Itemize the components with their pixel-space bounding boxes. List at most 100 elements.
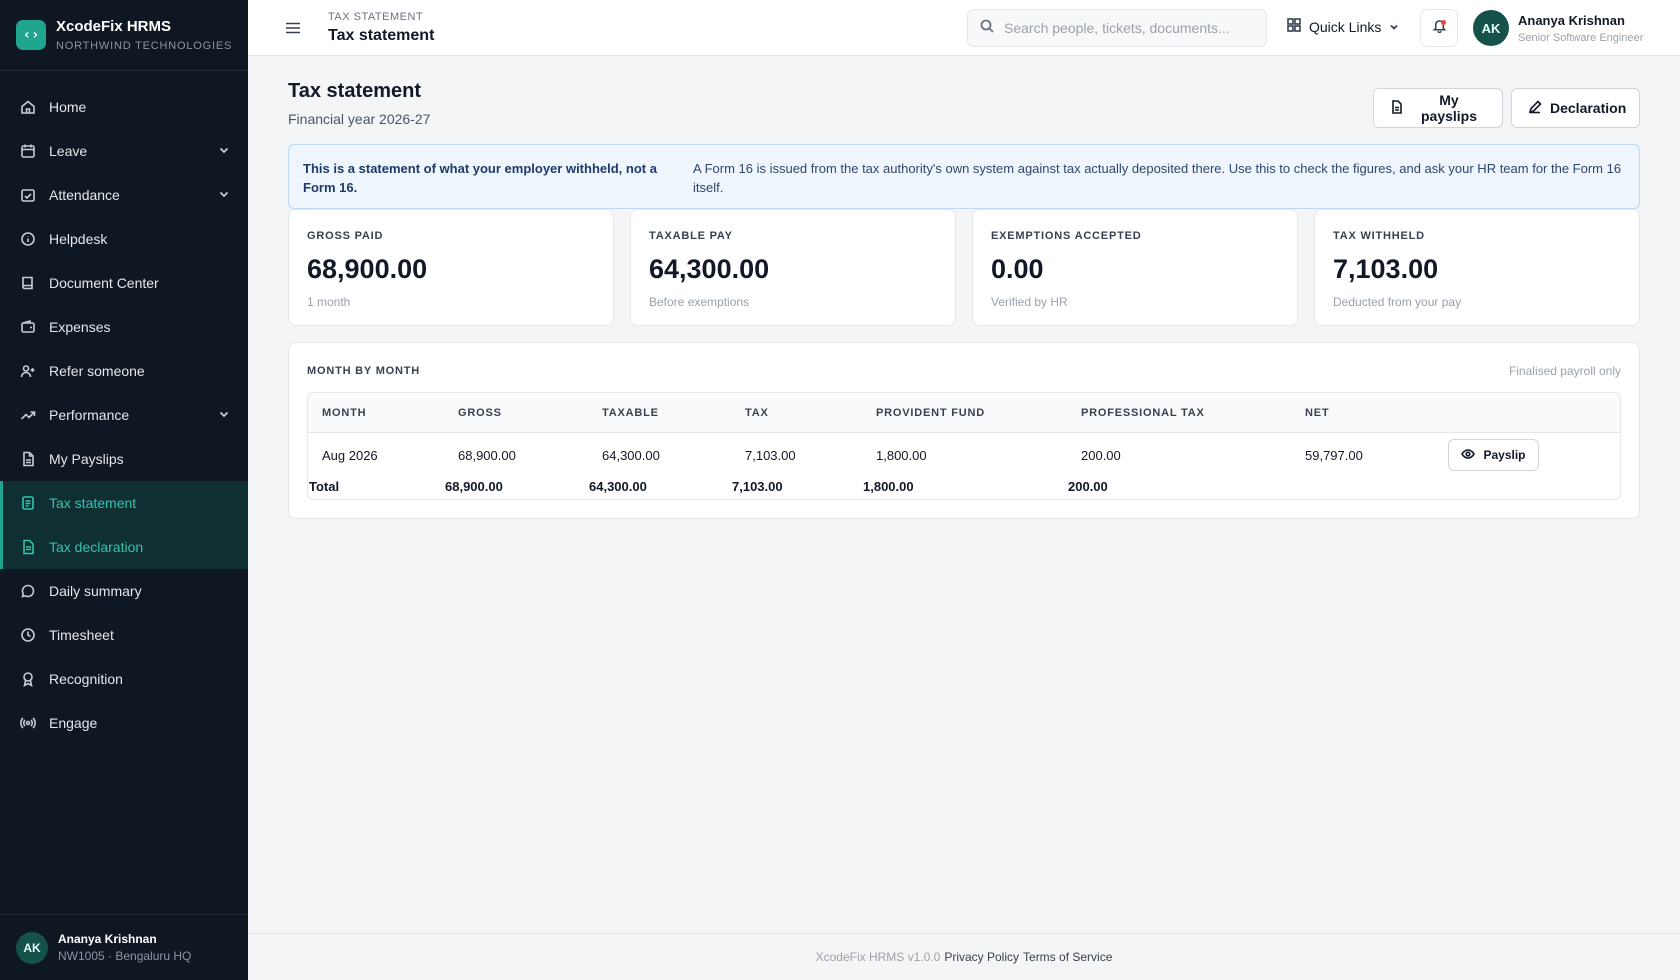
column-header-provident-fund: PROVIDENT FUND bbox=[876, 407, 985, 419]
quick-links-label: Quick Links bbox=[1309, 18, 1382, 35]
sidebar-profile[interactable]: AK Ananya Krishnan NW1005 · Bengaluru HQ bbox=[0, 914, 248, 980]
chevron-down-icon[interactable] bbox=[218, 187, 230, 203]
wallet-icon bbox=[20, 319, 36, 335]
search-box[interactable] bbox=[967, 9, 1267, 47]
column-header-taxable: TAXABLE bbox=[602, 407, 659, 419]
column-header-gross: GROSS bbox=[458, 407, 502, 419]
column-header-tax: TAX bbox=[745, 407, 769, 419]
cell-month: Aug 2026 bbox=[322, 448, 378, 463]
sidebar-item-helpdesk[interactable]: Helpdesk bbox=[0, 217, 248, 261]
cell-taxable: 64,300.00 bbox=[602, 448, 660, 463]
cell-professional-tax: 200.00 bbox=[1081, 448, 1121, 463]
terms-of-service-link[interactable]: Terms of Service bbox=[1023, 950, 1112, 964]
sidebar-item-timesheet[interactable]: Timesheet bbox=[0, 613, 248, 657]
privacy-policy-link[interactable]: Privacy Policy bbox=[944, 950, 1019, 964]
menu-icon[interactable] bbox=[284, 19, 302, 37]
breadcrumb: TAX STATEMENT Tax statement bbox=[328, 11, 434, 45]
home-icon bbox=[20, 99, 36, 115]
sidebar-item-label: Refer someone bbox=[49, 363, 145, 379]
card-value: 64,300.00 bbox=[649, 254, 770, 284]
total-professional-tax: 200.00 bbox=[1068, 479, 1108, 494]
eye-icon bbox=[1461, 447, 1483, 464]
page-title: Tax statement bbox=[288, 80, 422, 102]
sidebar-item-label: Document Center bbox=[49, 275, 159, 291]
panel-title: MONTH BY MONTH bbox=[307, 365, 421, 377]
info-notice: This is a statement of what your employe… bbox=[288, 144, 1640, 209]
card-value: 7,103.00 bbox=[1333, 254, 1439, 284]
header-title: Tax statement bbox=[328, 27, 435, 44]
pencil-icon bbox=[1528, 99, 1550, 117]
sidebar-item-label: Engage bbox=[49, 715, 98, 731]
column-header-professional-tax: PROFESSIONAL TAX bbox=[1081, 407, 1205, 419]
brand-title: XcodeFix HRMS bbox=[56, 18, 172, 35]
tax-withheld-card: TAX WITHHELD 7,103.00 Deducted from your… bbox=[1314, 209, 1640, 326]
info-icon bbox=[20, 231, 36, 247]
page-footer: XcodeFix HRMS v1.0.0 Privacy Policy Term… bbox=[248, 933, 1680, 980]
file-text-icon bbox=[20, 539, 36, 555]
chevron-down-icon[interactable] bbox=[218, 143, 230, 159]
grid-icon bbox=[1287, 18, 1301, 35]
my-payslips-label: My payslips bbox=[1420, 92, 1478, 124]
page-header: Tax statement Financial year 2026-27 My … bbox=[288, 56, 1640, 144]
cell-net: 59,797.00 bbox=[1305, 448, 1363, 463]
sidebar-item-attendance[interactable]: Attendance bbox=[0, 173, 248, 217]
table-header: MONTH GROSS TAXABLE TAX PROVIDENT FUND P… bbox=[308, 393, 1620, 433]
search-input[interactable] bbox=[1004, 20, 1244, 36]
sidebar-item-expenses[interactable]: Expenses bbox=[0, 305, 248, 349]
declaration-button[interactable]: Declaration bbox=[1511, 88, 1640, 128]
my-payslips-button[interactable]: My payslips bbox=[1373, 88, 1503, 128]
file-icon bbox=[1390, 99, 1412, 117]
sidebar-item-leave[interactable]: Leave bbox=[0, 129, 248, 173]
declaration-label: Declaration bbox=[1550, 100, 1627, 116]
notifications-button[interactable] bbox=[1420, 9, 1458, 47]
total-tax: 7,103.00 bbox=[732, 479, 783, 494]
sidebar-item-document-center[interactable]: Document Center bbox=[0, 261, 248, 305]
notice-heading: This is a statement of what your employe… bbox=[303, 161, 657, 195]
sidebar-item-label: Attendance bbox=[49, 187, 120, 203]
brand[interactable]: ‹› XcodeFix HRMS NORTHWIND TECHNOLOGIES bbox=[0, 0, 248, 71]
notice-text: A Form 16 is issued from the tax authori… bbox=[693, 161, 1622, 195]
sidebar-item-label: Expenses bbox=[49, 319, 111, 335]
card-hint: Verified by HR bbox=[991, 295, 1068, 309]
calendar-check-icon bbox=[20, 187, 36, 203]
view-payslip-button[interactable]: Payslip bbox=[1448, 439, 1539, 471]
sidebar-item-label: Recognition bbox=[49, 671, 123, 687]
card-value: 68,900.00 bbox=[307, 254, 428, 284]
card-label: EXEMPTIONS ACCEPTED bbox=[991, 230, 1142, 242]
sidebar-item-daily-summary[interactable]: Daily summary bbox=[0, 569, 248, 613]
sidebar-item-label: Daily summary bbox=[49, 583, 142, 599]
card-hint: Before exemptions bbox=[649, 295, 750, 309]
sidebar-item-label: Home bbox=[49, 99, 87, 115]
view-payslip-label: Payslip bbox=[1483, 448, 1526, 462]
chevron-down-icon[interactable] bbox=[218, 407, 230, 423]
sidebar-item-performance[interactable]: Performance bbox=[0, 393, 248, 437]
search-icon bbox=[980, 19, 994, 38]
user-menu[interactable]: AK Ananya Krishnan Senior Software Engin… bbox=[1473, 10, 1643, 46]
sidebar-item-refer-someone[interactable]: Refer someone bbox=[0, 349, 248, 393]
sidebar: ‹› XcodeFix HRMS NORTHWIND TECHNOLOGIES … bbox=[0, 0, 248, 980]
version-text: XcodeFix HRMS v1.0.0 bbox=[815, 950, 941, 964]
sidebar-item-recognition[interactable]: Recognition bbox=[0, 657, 248, 701]
sidebar-item-home[interactable]: Home bbox=[0, 85, 248, 129]
clock-icon bbox=[20, 627, 36, 643]
sidebar-item-engage[interactable]: Engage bbox=[0, 701, 248, 745]
chat-bubble-icon bbox=[20, 583, 36, 599]
avatar: AK bbox=[1473, 10, 1509, 46]
sidebar-item-label: Performance bbox=[49, 407, 130, 423]
receipt-icon bbox=[20, 495, 36, 511]
card-label: GROSS PAID bbox=[307, 230, 384, 242]
sidebar-item-tax-declaration[interactable]: Tax declaration bbox=[0, 525, 248, 569]
main-content: Tax statement Financial year 2026-27 My … bbox=[288, 56, 1640, 519]
column-header-net: NET bbox=[1305, 407, 1330, 419]
total-gross: 68,900.00 bbox=[445, 479, 503, 494]
cell-gross: 68,900.00 bbox=[458, 448, 516, 463]
code-brackets-icon: ‹› bbox=[16, 20, 46, 50]
user-name: Ananya Krishnan bbox=[1518, 12, 1625, 28]
sidebar-item-tax-statement[interactable]: Tax statement bbox=[0, 481, 248, 525]
sidebar-item-my-payslips[interactable]: My Payslips bbox=[0, 437, 248, 481]
quick-links-button[interactable]: Quick Links bbox=[1287, 18, 1399, 35]
top-header: TAX STATEMENT Tax statement Quick Links … bbox=[248, 0, 1680, 56]
sidebar-item-label: Tax declaration bbox=[49, 539, 144, 555]
avatar: AK bbox=[16, 931, 48, 964]
card-hint: 1 month bbox=[307, 295, 351, 309]
